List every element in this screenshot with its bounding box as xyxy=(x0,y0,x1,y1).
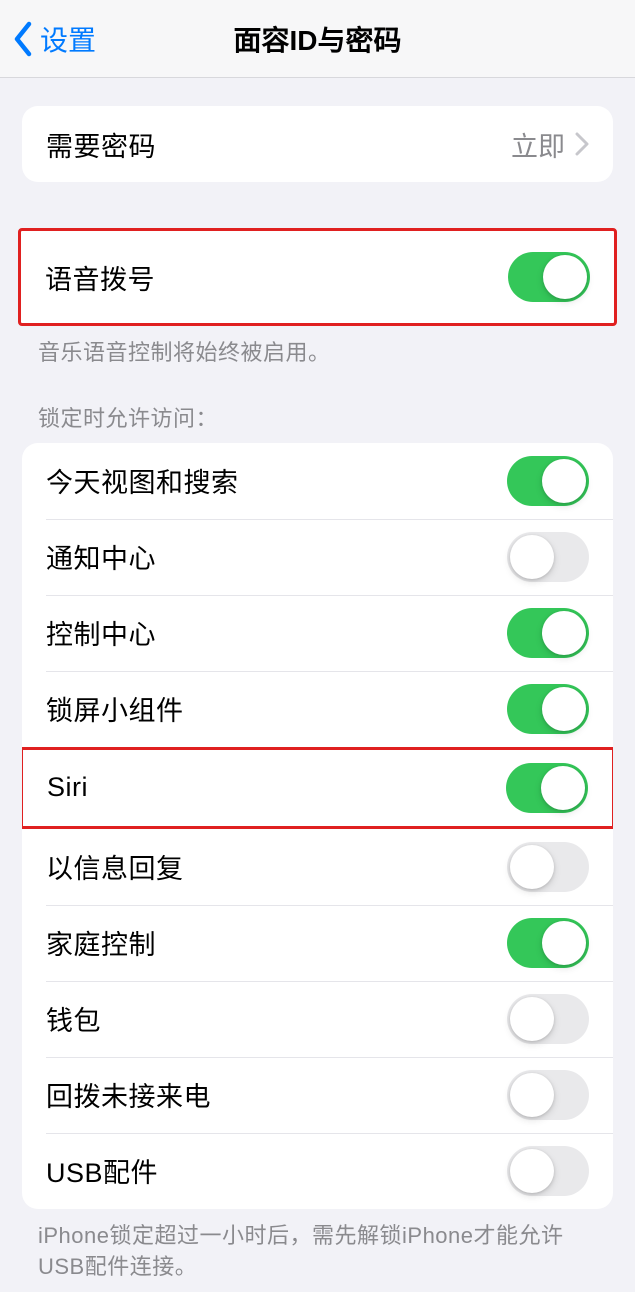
return-missed-calls-row: 回拨未接来电 xyxy=(22,1057,613,1133)
home-control-label: 家庭控制 xyxy=(46,923,156,962)
control-center-row: 控制中心 xyxy=(22,595,613,671)
voice-dial-row: 语音拨号 xyxy=(21,231,614,323)
lock-screen-widgets-label: 锁屏小组件 xyxy=(46,689,184,728)
passcode-group: 需要密码 立即 xyxy=(22,106,613,182)
siri-toggle[interactable] xyxy=(506,763,588,813)
usb-footer: iPhone锁定超过一小时后，需先解锁iPhone才能允许USB配件连接。 xyxy=(0,1209,635,1292)
require-passcode-row[interactable]: 需要密码 立即 xyxy=(22,106,613,182)
wallet-label: 钱包 xyxy=(46,999,101,1038)
wallet-row: 钱包 xyxy=(22,981,613,1057)
lock-screen-widgets-toggle[interactable] xyxy=(507,684,589,734)
siri-label: Siri xyxy=(47,772,88,803)
lock-access-group: 今天视图和搜索 通知中心 控制中心 锁屏小组件 Siri 以信息回复 家庭控制 xyxy=(22,443,613,1209)
navigation-bar: 设置 面容ID与密码 xyxy=(0,0,635,78)
siri-row: Siri xyxy=(23,750,612,826)
voice-dial-footer: 音乐语音控制将始终被启用。 xyxy=(0,326,635,369)
notification-center-row: 通知中心 xyxy=(22,519,613,595)
reply-with-message-toggle[interactable] xyxy=(507,842,589,892)
return-missed-calls-toggle[interactable] xyxy=(507,1070,589,1120)
today-view-toggle[interactable] xyxy=(507,456,589,506)
notification-center-label: 通知中心 xyxy=(46,537,156,576)
today-view-row: 今天视图和搜索 xyxy=(22,443,613,519)
usb-accessories-toggle[interactable] xyxy=(507,1146,589,1196)
back-label: 设置 xyxy=(40,19,96,59)
reply-with-message-label: 以信息回复 xyxy=(46,847,184,886)
voice-dial-label: 语音拨号 xyxy=(45,258,155,297)
home-control-row: 家庭控制 xyxy=(22,905,613,981)
voice-dial-highlight: 语音拨号 xyxy=(18,228,617,326)
siri-highlight: Siri xyxy=(22,747,613,829)
voice-dial-toggle[interactable] xyxy=(508,252,590,302)
require-passcode-label: 需要密码 xyxy=(46,125,156,164)
usb-accessories-label: USB配件 xyxy=(46,1151,158,1190)
home-control-toggle[interactable] xyxy=(507,918,589,968)
control-center-label: 控制中心 xyxy=(46,613,156,652)
control-center-toggle[interactable] xyxy=(507,608,589,658)
lock-screen-widgets-row: 锁屏小组件 xyxy=(22,671,613,747)
lock-access-header: 锁定时允许访问： xyxy=(0,369,635,443)
require-passcode-value: 立即 xyxy=(511,125,565,164)
notification-center-toggle[interactable] xyxy=(507,532,589,582)
chevron-right-icon xyxy=(575,132,589,156)
reply-with-message-row: 以信息回复 xyxy=(22,829,613,905)
back-button[interactable]: 设置 xyxy=(0,19,96,59)
chevron-left-icon xyxy=(12,21,34,57)
return-missed-calls-label: 回拨未接来电 xyxy=(46,1075,211,1114)
wallet-toggle[interactable] xyxy=(507,994,589,1044)
today-view-label: 今天视图和搜索 xyxy=(46,461,239,500)
usb-accessories-row: USB配件 xyxy=(22,1133,613,1209)
